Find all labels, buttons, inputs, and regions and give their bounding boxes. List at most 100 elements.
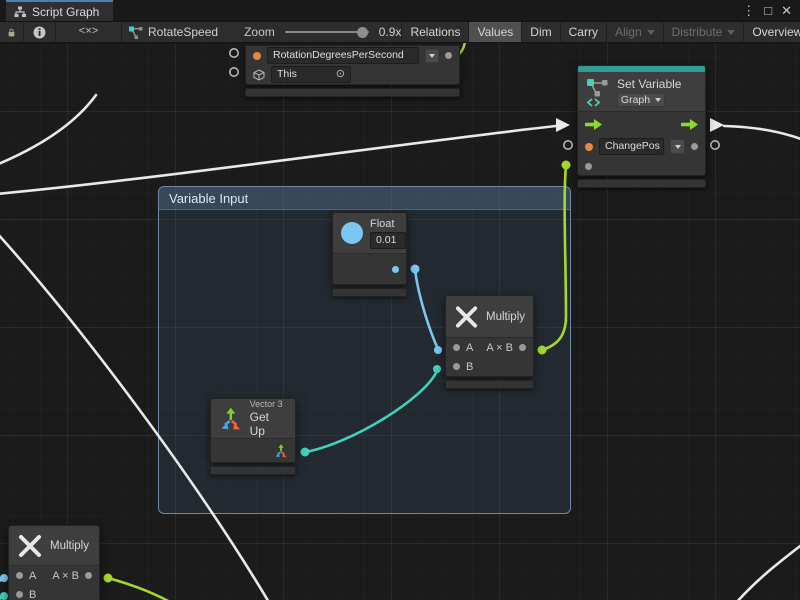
flow-in-arrow-icon[interactable] bbox=[585, 119, 602, 130]
zoom-slider[interactable] bbox=[285, 31, 369, 33]
teal-wire-getup-to-multiply bbox=[306, 371, 437, 452]
port-ring[interactable] bbox=[564, 141, 572, 149]
toolbar-button-carry[interactable]: Carry bbox=[561, 22, 607, 42]
toolbar-button-relations[interactable]: Relations bbox=[402, 22, 469, 42]
multiply-icon bbox=[454, 304, 479, 330]
port-ring[interactable] bbox=[230, 49, 238, 57]
dropdown-arrow-icon bbox=[727, 30, 735, 35]
node-set-variable[interactable]: Set Variable Graph ChangePos bbox=[577, 65, 706, 188]
value-input-port[interactable] bbox=[585, 163, 592, 170]
node-float[interactable]: Float 0.01 bbox=[332, 212, 407, 297]
node-title: Multiply bbox=[486, 311, 525, 323]
variable-port[interactable] bbox=[585, 143, 593, 151]
node-type-label: Vector 3 bbox=[250, 399, 287, 409]
flow-output-arrow[interactable] bbox=[710, 118, 724, 132]
object-picker-icon[interactable]: ⊙ bbox=[336, 68, 345, 81]
node-title: Float bbox=[370, 218, 394, 230]
window-tab-bar: Script Graph ⋮ □ ✕ bbox=[0, 0, 800, 21]
node-title: Multiply bbox=[50, 540, 89, 552]
dropdown-arrow-icon bbox=[647, 30, 655, 35]
window-maximize-icon[interactable]: □ bbox=[764, 4, 772, 17]
info-button[interactable] bbox=[24, 22, 56, 42]
port-ring[interactable] bbox=[711, 141, 719, 149]
node-vector3-get-up[interactable]: Vector 3 Get Up bbox=[210, 398, 296, 475]
dropdown-arrow-icon[interactable] bbox=[670, 139, 685, 154]
node-multiply[interactable]: Multiply A A × B B bbox=[445, 295, 534, 389]
variable-name-dropdown[interactable]: ChangePos bbox=[599, 138, 664, 155]
vector3-output-icon[interactable] bbox=[274, 444, 288, 458]
zoom-value: 0.9x bbox=[379, 25, 402, 39]
input-port-b[interactable] bbox=[16, 591, 23, 598]
blue-wire-knob[interactable] bbox=[434, 346, 442, 354]
node-title: Get Up bbox=[250, 410, 287, 438]
input-port-b[interactable] bbox=[453, 363, 460, 370]
graph-variable-icon bbox=[586, 77, 610, 107]
port-label-a: A bbox=[29, 570, 36, 582]
window-menu-icon[interactable]: ⋮ bbox=[742, 4, 755, 17]
zoom-slider-handle[interactable] bbox=[357, 27, 368, 38]
float-output-port[interactable] bbox=[392, 266, 399, 273]
graph-toolbar: <×> RotateSpeed Zoom 0.9x Relations Valu… bbox=[0, 21, 800, 43]
graph-hierarchy-icon bbox=[14, 6, 26, 18]
green-wire-multiply-to-set-variable bbox=[542, 166, 566, 350]
script-graph-window: Variable Input RotationDegreesPerSecond … bbox=[0, 0, 800, 600]
value-output-port[interactable] bbox=[691, 143, 698, 150]
value-output-port[interactable] bbox=[445, 52, 452, 59]
port-label-out: A × B bbox=[486, 342, 513, 354]
node-title: Set Variable bbox=[617, 77, 681, 91]
tab-title: Script Graph bbox=[32, 5, 99, 19]
breadcrumb-graph-name[interactable]: RotateSpeed bbox=[148, 25, 218, 39]
green-wire-knob[interactable] bbox=[104, 574, 113, 583]
flow-out-arrow-icon[interactable] bbox=[681, 119, 698, 130]
variable-port[interactable] bbox=[253, 52, 261, 60]
toolbar-button-align[interactable]: Align bbox=[607, 22, 664, 42]
window-close-icon[interactable]: ✕ bbox=[781, 4, 792, 17]
port-ring[interactable] bbox=[230, 68, 238, 76]
graph-breadcrumb-icon bbox=[128, 25, 143, 40]
code-view-button[interactable]: <×> bbox=[56, 22, 122, 42]
toolbar-button-distribute[interactable]: Distribute bbox=[664, 22, 745, 42]
teal-wire-knob[interactable] bbox=[433, 365, 441, 373]
zoom-label: Zoom bbox=[244, 25, 275, 39]
port-label-out: A × B bbox=[52, 570, 79, 582]
green-wire-knob[interactable] bbox=[562, 161, 571, 170]
node-footer bbox=[445, 380, 534, 389]
code-view-icon: <×> bbox=[79, 26, 99, 38]
flow-input-arrow[interactable] bbox=[556, 118, 570, 132]
toolbar-button-overview[interactable]: Overview bbox=[744, 22, 800, 42]
blue-wire-knob[interactable] bbox=[0, 574, 8, 582]
node-footer bbox=[245, 88, 460, 97]
dropdown-arrow-icon[interactable] bbox=[425, 49, 439, 63]
green-wire-knob[interactable] bbox=[538, 346, 547, 355]
input-port-a[interactable] bbox=[453, 344, 460, 351]
node-footer bbox=[210, 466, 296, 475]
variable-name-dropdown[interactable]: RotationDegreesPerSecond bbox=[267, 47, 419, 64]
blue-wire-knob[interactable] bbox=[411, 265, 420, 274]
port-label-a: A bbox=[466, 342, 473, 354]
input-port-a[interactable] bbox=[16, 572, 23, 579]
lock-icon bbox=[8, 26, 15, 39]
port-label-b: B bbox=[466, 361, 473, 373]
target-object-field[interactable]: This ⊙ bbox=[271, 66, 351, 83]
node-multiply-bottom[interactable]: Multiply A A × B B bbox=[8, 525, 100, 600]
blue-wire-float-to-multiply bbox=[415, 270, 438, 349]
node-footer bbox=[577, 179, 706, 188]
float-value-input[interactable]: 0.01 bbox=[370, 232, 406, 249]
teal-wire-knob[interactable] bbox=[0, 592, 8, 600]
output-port[interactable] bbox=[519, 344, 526, 351]
teal-wire-knob[interactable] bbox=[301, 448, 310, 457]
toolbar-button-dim[interactable]: Dim bbox=[522, 22, 560, 42]
node-get-variable[interactable]: RotationDegreesPerSecond This ⊙ bbox=[245, 45, 460, 97]
port-label-b: B bbox=[29, 589, 36, 600]
toolbar-button-values[interactable]: Values bbox=[469, 22, 522, 42]
tab-script-graph[interactable]: Script Graph bbox=[6, 0, 113, 21]
output-port[interactable] bbox=[85, 572, 92, 579]
variable-scope-dropdown[interactable]: Graph bbox=[617, 93, 665, 107]
green-wire-bottom bbox=[108, 578, 170, 600]
multiply-icon bbox=[17, 533, 43, 559]
info-icon bbox=[33, 26, 46, 39]
lock-button[interactable] bbox=[0, 22, 24, 42]
flow-wire bbox=[0, 95, 96, 165]
float-type-icon bbox=[341, 222, 363, 244]
flow-wire-into-set-variable bbox=[0, 126, 556, 194]
